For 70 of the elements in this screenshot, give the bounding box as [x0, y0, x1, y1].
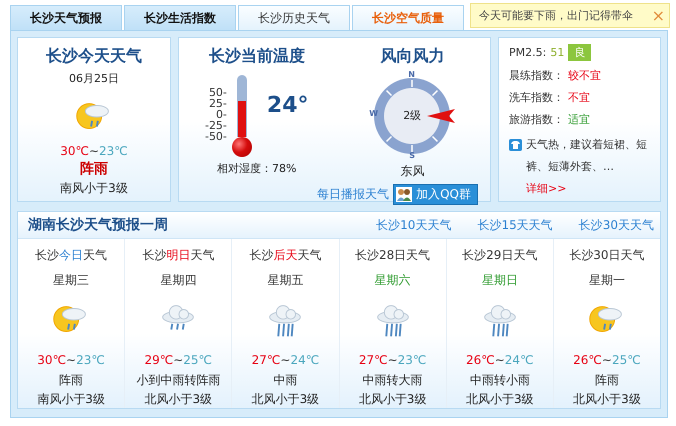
- weekday: 星期五: [267, 272, 304, 289]
- tab[interactable]: 长沙生活指数: [124, 5, 236, 30]
- condition-text: 中雨转小雨: [470, 372, 530, 389]
- pm-value: 51: [550, 46, 564, 59]
- forecast-link[interactable]: 长沙30天天气: [578, 216, 654, 234]
- weekday: 星期六: [374, 272, 411, 289]
- wind-text: 北风小于3级: [358, 391, 426, 408]
- wind-text: 南风小于3级: [37, 391, 105, 408]
- condition-text: 阵雨: [80, 160, 108, 178]
- wind-text: 南风小于3级: [60, 180, 128, 197]
- temperature-range: 30℃~23℃: [60, 144, 128, 158]
- day-title: 长沙28日天气: [354, 247, 430, 264]
- card-title: 长沙今天天气: [46, 46, 142, 67]
- tab[interactable]: 长沙空气质量: [352, 5, 464, 30]
- index-value: 较不宜: [568, 68, 601, 83]
- current-temperature: 24°: [266, 93, 309, 118]
- wind-text: 北风小于3级: [573, 391, 641, 408]
- close-button[interactable]: ×: [652, 6, 665, 25]
- temperature-range: 29℃~25℃: [144, 353, 212, 367]
- notice-text: 今天可能要下雨，出门记得带伞: [479, 8, 633, 23]
- index-label: 旅游指数：: [509, 112, 564, 127]
- people-icon: [396, 187, 412, 202]
- temperature-range: 27℃~24℃: [252, 353, 320, 367]
- compass-letter: N: [408, 70, 415, 79]
- thermometer-scale: 50- 25- 0- -25- -50-: [204, 87, 227, 142]
- clothing-tip: 天气热，建议着短裙、短裤、短薄外套、… 详细>>: [526, 137, 648, 197]
- temperature-range: 27℃~23℃: [358, 353, 426, 367]
- day-title: 长沙后天天气: [249, 247, 322, 264]
- thermometer-bulb: [232, 137, 252, 157]
- index-value: 不宜: [568, 90, 590, 105]
- humidity-text: 相对湿度：78%: [217, 161, 296, 176]
- index-label: 晨练指数：: [509, 68, 564, 83]
- index-value: 适宜: [568, 112, 590, 127]
- broadcast-link[interactable]: 每日播报天气: [317, 186, 390, 203]
- condition-text: 小到中雨转阵雨: [136, 372, 220, 389]
- day-title: 长沙今日 天气: [35, 247, 108, 264]
- wind-text: 北风小于3级: [252, 391, 320, 408]
- temperature-range: 26℃~24℃: [466, 353, 534, 367]
- wind-text: 北风小于3级: [466, 391, 534, 408]
- wind-text: 北风小于3级: [144, 391, 212, 408]
- air-quality-badge: 良: [568, 44, 592, 61]
- pm-label: PM2.5:: [509, 46, 546, 59]
- condition-text: 中雨: [273, 372, 298, 389]
- compass-letter: S: [409, 151, 416, 160]
- card-title: 风向风力: [380, 46, 444, 67]
- section-title: 湖南长沙天气预报一周: [28, 216, 168, 234]
- condition-text: 阵雨: [594, 372, 619, 389]
- join-qq-button[interactable]: 加入QQ群: [393, 184, 478, 205]
- index-label: 洗车指数：: [509, 90, 564, 105]
- condition-text: 阵雨: [59, 372, 84, 389]
- weekday: 星期四: [160, 272, 196, 289]
- weekday: 星期一: [588, 272, 625, 289]
- temperature-range: 30℃~23℃: [37, 353, 105, 367]
- shirt-icon: [509, 139, 522, 151]
- day-title: 长沙29日天气: [462, 247, 538, 264]
- details-link[interactable]: 详细>>: [526, 182, 566, 195]
- tab[interactable]: 长沙天气预报: [10, 5, 122, 30]
- card-title: 长沙当前温度: [208, 46, 305, 67]
- forecast-link[interactable]: 长沙15天天气: [477, 216, 553, 234]
- forecast-link[interactable]: 长沙10天天气: [376, 216, 452, 234]
- wind-force: 2级: [402, 108, 422, 123]
- weekday: 星期三: [53, 272, 90, 289]
- tab[interactable]: 长沙历史天气: [238, 5, 350, 30]
- condition-text: 中雨转大雨: [362, 372, 423, 389]
- day-title: 长沙30日天气: [569, 247, 645, 264]
- weekday: 星期日: [482, 272, 518, 289]
- temperature-range: 26℃~25℃: [573, 353, 641, 367]
- day-title: 长沙明日 天气: [142, 247, 214, 264]
- wind-direction: 东风: [400, 163, 424, 180]
- date-text: 06月25日: [69, 71, 119, 86]
